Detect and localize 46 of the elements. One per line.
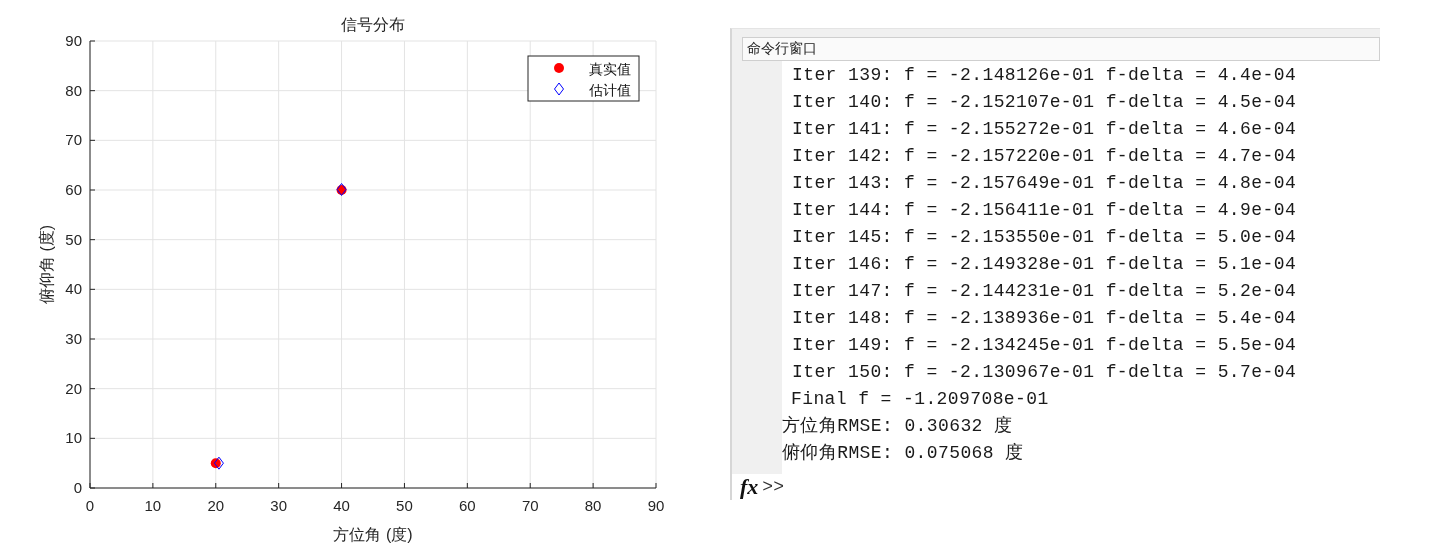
output-line: Final f = -1.209708e-01 [790,388,1050,411]
output-line: Iter 140: f = -2.152107e-01 f-delta = 4.5e-04 [791,91,1298,114]
output-line: Iter 149: f = -2.134245e-01 f-delta = 5.5e-04 [791,334,1298,357]
tick-label: 30 [65,330,82,347]
tick-label: 10 [65,429,82,447]
tick-label: 40 [65,280,82,298]
output-line: Iter 142: f = -2.157220e-01 f-delta = 4.7e-04 [791,145,1298,168]
tick-label: 80 [65,81,82,99]
tick-label: 70 [521,497,539,514]
chart-title: 信号分布 [341,16,405,33]
command-input[interactable]: fx >> [732,474,1380,500]
output-line: Iter 143: f = -2.157649e-01 f-delta = 4.8e-04 [791,172,1298,195]
tick-label: 50 [396,497,413,514]
legend-label: 估计值 [589,82,631,98]
tick-label: 30 [270,497,287,514]
y-axis-label: 俯仰角 (度) [38,224,55,305]
tick-label: 60 [65,181,82,198]
legend-marker [554,82,564,96]
output-line: Iter 141: f = -2.155272e-01 f-delta = 4.6e-04 [791,118,1298,141]
output-line: Iter 145: f = -2.153550e-01 f-delta = 5.0e-04 [791,226,1298,249]
tick-label: 60 [459,497,476,514]
tick-label: 80 [584,497,602,514]
output-line: 方位角RMSE: 0.30632 度 [782,415,1014,438]
tick-label: 20 [65,379,82,397]
tick-label: 40 [333,497,350,514]
output-line: Iter 147: f = -2.144231e-01 f-delta = 5.2e-04 [791,280,1298,303]
output-line: Iter 148: f = -2.138936e-01 f-delta = 5.4e-04 [791,307,1298,330]
output-line: Iter 146: f = -2.149328e-01 f-delta = 5.1e-04 [791,253,1298,276]
x-axis-label: 方位角 (度) [333,526,413,543]
legend-label: 真实值 [589,61,631,77]
tick-label: 50 [65,230,82,248]
output-line: Iter 150: f = -2.130967e-01 f-delta = 5.7e-04 [791,361,1298,384]
output-line: 俯仰角RMSE: 0.075068 度 [782,442,1025,465]
output-line: Iter 139: f = -2.148126e-01 f-delta = 4.4e-04 [791,64,1298,87]
tick-label: 90 [647,497,665,514]
panel-title: 命令行窗口 [742,37,1380,61]
tick-label: 10 [144,497,162,514]
tick-label: 20 [207,497,225,514]
tick-label: 70 [65,131,82,149]
tick-label: 0 [73,479,82,496]
tick-label: 0 [85,497,95,514]
legend-marker [554,63,564,73]
function-icon[interactable]: fx [740,474,759,500]
tick-label: 90 [65,32,82,49]
output-line: Iter 144: f = -2.156411e-01 f-delta = 4.9e-04 [791,199,1298,222]
command-prompt: >> [762,477,784,497]
